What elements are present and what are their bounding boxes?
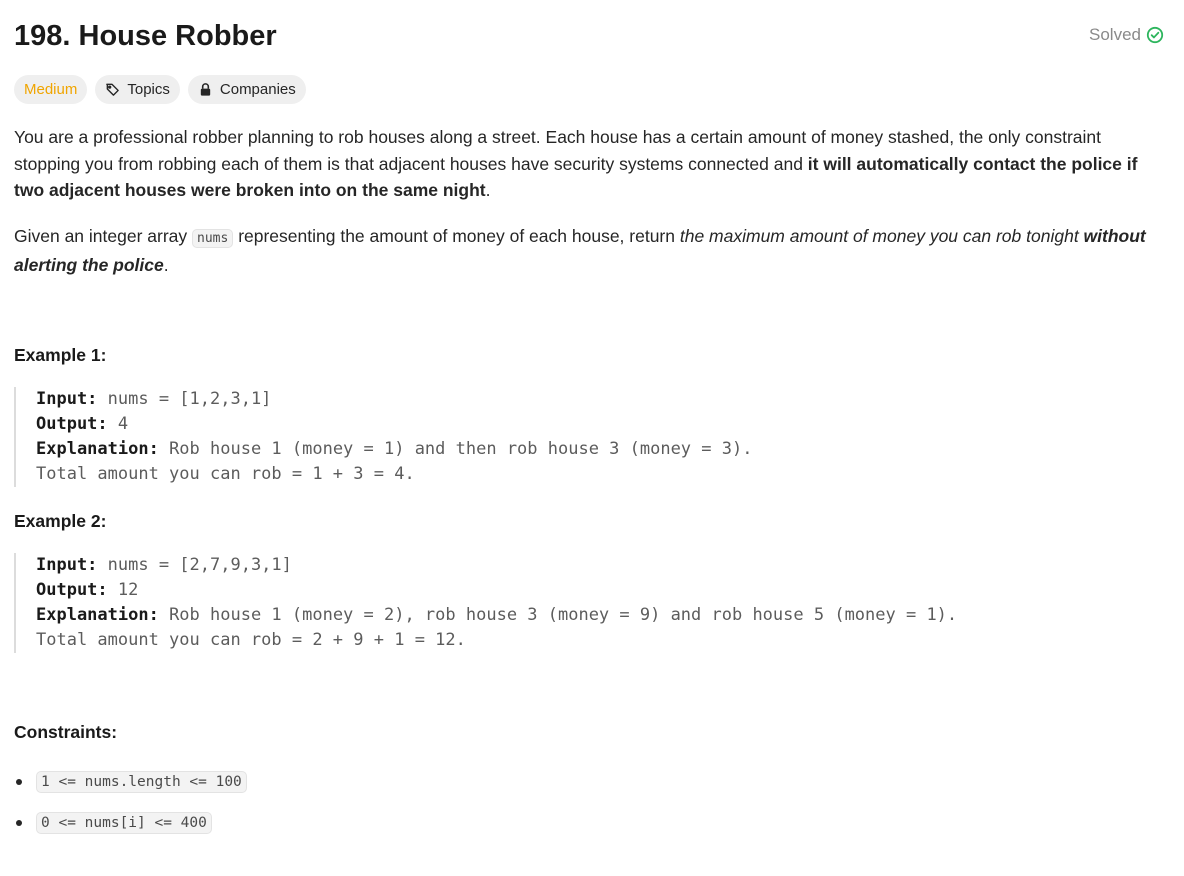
problem-chips: Medium Topics Companies — [14, 75, 306, 104]
bullet-icon — [16, 779, 22, 785]
example-input-line: Input: nums = [1,2,3,1] — [36, 387, 1136, 412]
description-text: Given an integer array — [14, 225, 193, 246]
description-punct: . — [485, 180, 491, 200]
output-label: Output: — [36, 414, 108, 434]
description-paragraph-2: Given an integer array nums representing… — [14, 223, 1166, 279]
lock-icon — [200, 83, 211, 96]
difficulty-chip[interactable]: Medium — [14, 75, 88, 104]
example-1-block: Input: nums = [1,2,3,1] Output: 4 Explan… — [14, 387, 1136, 487]
title-row: 198. House Robber Solved — [14, 16, 1164, 56]
bullet-icon — [16, 820, 22, 826]
companies-chip[interactable]: Companies — [187, 75, 306, 104]
example-output-line: Output: 12 — [36, 578, 1136, 603]
difficulty-label: Medium — [24, 81, 78, 98]
explanation-value: Rob house 1 (money = 1) and then rob hou… — [158, 439, 753, 459]
nums-code: nums — [192, 228, 234, 248]
constraint-code: 0 <= nums[i] <= 400 — [36, 812, 212, 834]
example-explanation-line: Explanation: Rob house 1 (money = 2), ro… — [36, 603, 1136, 628]
input-value: nums = [1,2,3,1] — [97, 389, 272, 409]
example-input-line: Input: nums = [2,7,9,3,1] — [36, 553, 1136, 578]
output-label: Output: — [36, 580, 108, 600]
topics-label: Topics — [127, 81, 170, 98]
companies-label: Companies — [219, 81, 296, 98]
example-1-heading: Example 1: — [14, 345, 107, 365]
description-paragraph-1: You are a professional robber planning t… — [14, 124, 1166, 204]
topics-chip[interactable]: Topics — [95, 75, 180, 104]
example-explanation-line-2: Total amount you can rob = 1 + 3 = 4. — [36, 464, 415, 484]
problem-description: You are a professional robber planning t… — [14, 124, 1166, 298]
solved-label: Solved — [1089, 25, 1141, 44]
explanation-label: Explanation: — [36, 605, 159, 625]
output-value: 4 — [107, 414, 129, 434]
explanation-label: Explanation: — [36, 439, 159, 459]
constraint-item: 0 <= nums[i] <= 400 — [14, 809, 247, 837]
constraints-list: 1 <= nums.length <= 100 0 <= nums[i] <= … — [14, 768, 247, 850]
constraints-heading: Constraints: — [14, 722, 118, 742]
description-punct: . — [163, 255, 169, 275]
example-output-line: Output: 4 — [36, 412, 1136, 437]
problem-title: 198. House Robber — [14, 20, 277, 52]
solved-status: Solved — [1089, 25, 1164, 45]
constraint-item: 1 <= nums.length <= 100 — [14, 768, 247, 796]
output-value: 12 — [107, 580, 139, 600]
problem-page: 198. House Robber Solved Medium Topics C… — [0, 0, 1184, 876]
example-explanation-line: Explanation: Rob house 1 (money = 1) and… — [36, 437, 1136, 462]
check-circle-icon — [1146, 26, 1164, 44]
input-value: nums = [2,7,9,3,1] — [97, 555, 292, 575]
explanation-value: Rob house 1 (money = 2), rob house 3 (mo… — [158, 605, 958, 625]
constraint-code: 1 <= nums.length <= 100 — [36, 771, 247, 793]
example-2-block: Input: nums = [2,7,9,3,1] Output: 12 Exp… — [14, 553, 1136, 653]
input-label: Input: — [36, 389, 98, 409]
example-explanation-line-2: Total amount you can rob = 2 + 9 + 1 = 1… — [36, 630, 466, 650]
example-2-heading: Example 2: — [14, 511, 107, 531]
tag-icon — [106, 83, 120, 96]
description-text: representing the amount of money of each… — [233, 225, 680, 246]
input-label: Input: — [36, 555, 98, 575]
description-italic: the maximum amount of money you can rob … — [679, 225, 1084, 246]
